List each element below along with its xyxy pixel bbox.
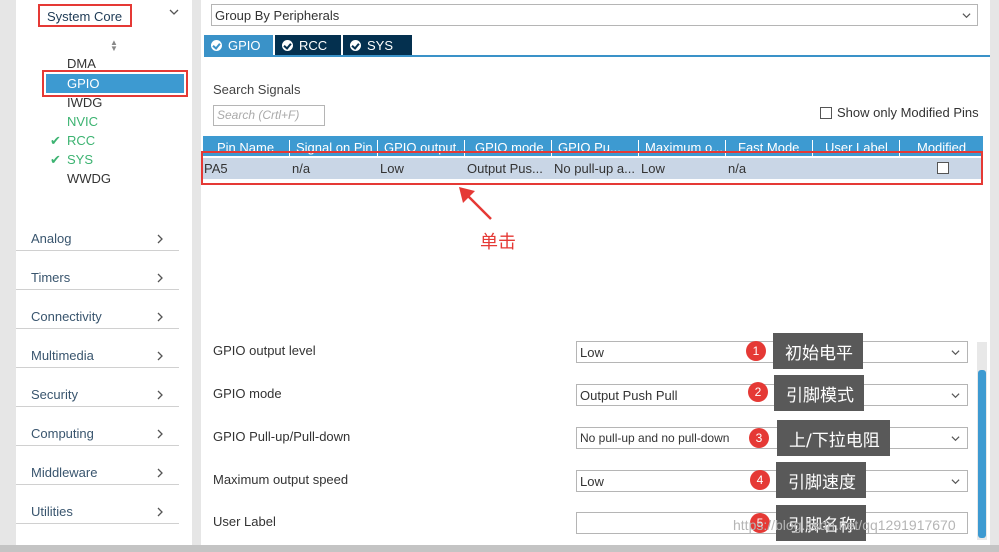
callout-number: 4 <box>750 470 770 490</box>
callout-number: 3 <box>749 428 769 448</box>
select-value: No pull-up and no pull-down <box>580 431 730 445</box>
bottom-strip <box>0 545 999 552</box>
sub-item-gpio-label: GPIO <box>67 76 100 91</box>
form-scrollbar[interactable] <box>977 342 987 540</box>
callout-number: 1 <box>746 341 766 361</box>
tab-rcc[interactable]: RCC <box>275 35 341 55</box>
pull-select[interactable]: No pull-up and no pull-down <box>576 427 968 449</box>
select-value: Low <box>580 474 604 489</box>
click-annotation: 单击 <box>480 232 516 253</box>
sub-item-rcc[interactable]: RCC <box>67 133 95 148</box>
chevron-down-icon <box>951 479 960 485</box>
stm32cubemx-pinout-config: System Core ▲ ▼ DMA GPIO IWDG NVIC ✔ RCC … <box>0 0 999 552</box>
callout-label: 初始电平 <box>773 333 863 369</box>
category-connectivity[interactable]: Connectivity <box>16 291 179 329</box>
category-computing[interactable]: Computing <box>16 408 179 446</box>
chevron-down-icon[interactable] <box>169 7 179 17</box>
main-panel: Group By Peripherals GPIO RCC SYS Search… <box>201 0 990 552</box>
sub-item-wwdg[interactable]: WWDG <box>67 171 111 186</box>
chevron-right-icon <box>157 312 163 322</box>
arrow-icon <box>459 187 492 220</box>
callout-number: 2 <box>748 382 768 402</box>
tab-label: SYS <box>367 38 394 53</box>
show-modified-pins-label: Show only Modified Pins <box>837 105 979 120</box>
chevron-right-icon <box>157 507 163 517</box>
tab-gpio[interactable]: GPIO <box>204 35 273 55</box>
tab-label: GPIO <box>228 38 261 53</box>
category-analog[interactable]: Analog <box>16 213 179 251</box>
sub-item-nvic[interactable]: NVIC <box>67 114 98 129</box>
callout-label: 上/下拉电阻 <box>777 420 890 456</box>
output-level-select[interactable]: Low <box>576 341 968 363</box>
category-label: Multimedia <box>31 348 94 363</box>
chevron-right-icon <box>157 234 163 244</box>
chevron-right-icon <box>157 273 163 283</box>
check-icon: ✔ <box>50 152 61 167</box>
category-label: Middleware <box>31 465 98 480</box>
checkbox-icon[interactable] <box>820 107 832 119</box>
chevron-down-icon <box>951 350 960 356</box>
callout-label: 引脚模式 <box>774 375 864 411</box>
category-label: Timers <box>31 270 71 285</box>
form-label: GPIO Pull-up/Pull-down <box>213 429 351 444</box>
sub-item-dma[interactable]: DMA <box>67 56 96 71</box>
check-circle-icon <box>211 40 222 51</box>
category-label: Analog <box>31 231 72 246</box>
left-panel: System Core ▲ ▼ DMA GPIO IWDG NVIC ✔ RCC … <box>0 0 192 552</box>
form-label: GPIO mode <box>213 386 282 401</box>
callout-label: 引脚速度 <box>776 462 866 498</box>
check-circle-icon <box>350 40 361 51</box>
gpio-mode-select[interactable]: Output Push Pull <box>576 384 968 406</box>
scroll-thumb[interactable] <box>978 370 986 538</box>
select-value: Output Push Pull <box>580 388 678 403</box>
chevron-down-icon <box>951 393 960 399</box>
category-label: Utilities <box>31 504 73 519</box>
watermark-text: https://blog.csdn.net/qq1291917670 <box>733 517 956 533</box>
chevron-right-icon <box>157 468 163 478</box>
category-system-core-label: System Core <box>47 9 123 24</box>
sub-item-gpio-selected[interactable]: GPIO <box>42 70 188 97</box>
chevron-right-icon <box>157 429 163 439</box>
category-multimedia[interactable]: Multimedia <box>16 330 179 368</box>
chevron-right-icon <box>157 351 163 361</box>
chevron-right-icon <box>157 390 163 400</box>
category-timers[interactable]: Timers <box>16 252 179 290</box>
highlight-box <box>201 151 983 185</box>
group-by-select[interactable]: Group By Peripherals <box>211 4 978 26</box>
check-circle-icon <box>282 40 293 51</box>
category-middleware[interactable]: Middleware <box>16 447 179 485</box>
category-list: System Core ▲ ▼ DMA GPIO IWDG NVIC ✔ RCC … <box>16 0 192 545</box>
form-label: User Label <box>213 514 276 529</box>
sub-item-sys[interactable]: SYS <box>67 152 93 167</box>
check-icon: ✔ <box>50 133 61 148</box>
tab-underline <box>204 55 990 57</box>
sort-arrows-icon[interactable]: ▲ ▼ <box>110 39 118 53</box>
form-label: GPIO output level <box>213 343 316 358</box>
form-label: Maximum output speed <box>213 472 349 487</box>
category-label: Computing <box>31 426 94 441</box>
category-system-core[interactable]: System Core <box>38 4 132 27</box>
tab-sys[interactable]: SYS <box>343 35 412 55</box>
sub-item-iwdg[interactable]: IWDG <box>67 95 102 110</box>
chevron-down-icon <box>962 13 971 19</box>
tab-label: RCC <box>299 38 328 53</box>
max-speed-select[interactable]: Low <box>576 470 968 492</box>
show-modified-pins-checkbox[interactable]: Show only Modified Pins <box>820 105 979 120</box>
search-input[interactable]: Search (Crtl+F) <box>213 105 325 126</box>
group-by-select-value: Group By Peripherals <box>215 8 340 23</box>
chevron-down-icon <box>951 436 960 442</box>
select-value: Low <box>580 345 604 360</box>
category-label: Connectivity <box>31 309 102 324</box>
category-security[interactable]: Security <box>16 369 179 407</box>
search-signals-label: Search Signals <box>213 82 301 97</box>
category-utilities[interactable]: Utilities <box>16 486 179 524</box>
category-label: Security <box>31 387 78 402</box>
